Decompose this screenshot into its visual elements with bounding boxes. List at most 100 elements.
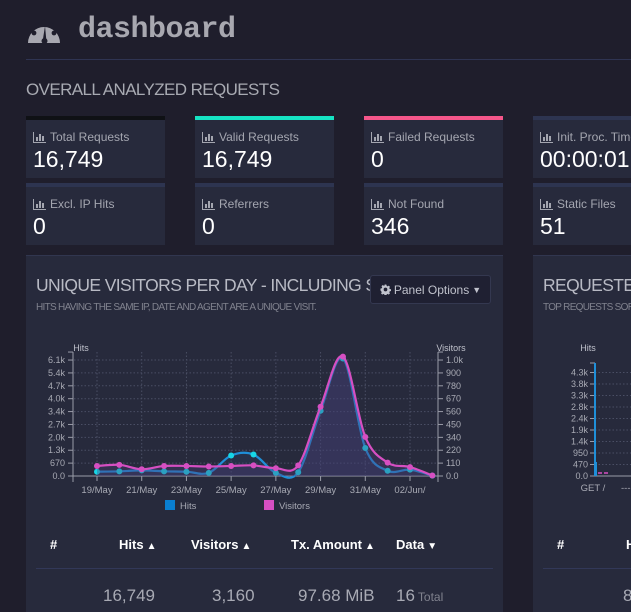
col-header-visitors-label: Visitors — [191, 537, 239, 552]
col-header-tx-amount-label: Tx. Amount — [291, 537, 363, 552]
col-header-index: # — [50, 537, 58, 552]
y-tick-label: 1.9k — [571, 425, 589, 435]
card-label-text: Static Files — [557, 197, 616, 211]
dashboard-page: dashboard OVERALL ANALYZED REQUESTS Tota… — [0, 0, 631, 612]
panel-options-label: Panel Options — [393, 282, 470, 297]
x-tick-label: GET / — [581, 483, 606, 494]
sort-icon: ▲︎ — [146, 541, 157, 552]
y-tick-label: 3.8k — [571, 379, 589, 389]
card-label: Valid Requests — [195, 120, 334, 144]
summary-row: 16,749 3,160 97.68 MiB 16 Total — [26, 586, 503, 612]
y2-tick-label: 1.0k — [446, 355, 464, 365]
y-tick-label: 4.0k — [48, 394, 66, 404]
data-point-visitors — [161, 462, 168, 469]
stat-card: Referrers 0 — [195, 183, 334, 245]
card-label-text: Excl. IP Hits — [50, 197, 115, 211]
stat-card: Valid Requests 16,749 — [195, 116, 334, 178]
card-value: 0 — [371, 146, 384, 172]
col-header-hits[interactable]: Hits ▲︎ — [119, 537, 156, 552]
requests-panel-title: REQUESTED FILES (URLS) — [543, 275, 631, 295]
series-line-visitors — [96, 355, 433, 477]
y2-axis-title: Visitors — [436, 343, 466, 353]
col-header-data[interactable]: Data ▼ — [396, 537, 437, 552]
y2-tick-label: 900 — [446, 368, 461, 378]
y2-tick-label: 780 — [446, 381, 461, 391]
x-tick-label: 23/May — [171, 485, 202, 496]
x-tick-label: 31/May — [350, 485, 381, 496]
data-point-visitors — [272, 465, 279, 472]
table-header-divider — [543, 568, 631, 569]
data-point-visitors — [250, 462, 257, 469]
data-point-visitors — [362, 433, 369, 440]
card-label: Not Found — [364, 187, 503, 211]
card-value: 0 — [33, 213, 46, 239]
x-tick-label: --- — [621, 483, 631, 494]
card-value: 16,749 — [202, 146, 273, 172]
y-tick-label: 0.0 — [52, 471, 65, 481]
summary-tx-amount: 97.68 MiB — [298, 586, 375, 605]
y-tick-label: 1.3k — [48, 445, 66, 455]
summary-row: 8 — [533, 586, 631, 612]
stat-card: Static Files 51 — [533, 183, 631, 245]
panel-options-button[interactable]: Panel Options ▼ — [370, 275, 491, 304]
legend-swatch-hits — [165, 500, 175, 510]
visitors-panel-title: UNIQUE VISITORS PER DAY - INCLUDING SPID… — [36, 275, 370, 295]
bar-chart-icon — [202, 198, 215, 210]
app-title: dashboard — [78, 13, 236, 47]
y-tick-label: 2.4k — [571, 414, 589, 424]
data-point-visitors — [183, 462, 190, 469]
card-value: 346 — [371, 213, 410, 239]
y2-tick-label: 670 — [446, 394, 461, 404]
y2-tick-label: 0.0 — [446, 471, 459, 481]
summary-hits: 8 — [623, 586, 631, 605]
data-point-visitors — [138, 466, 145, 473]
col-header-hits[interactable]: Hits — [626, 537, 631, 552]
y-tick-label: 4.7k — [48, 381, 66, 391]
card-label-text: Total Requests — [50, 130, 130, 144]
visitors-table-header: # Hits ▲︎ Visitors ▲︎ Tx. Amount ▲︎ Data ▼ — [26, 537, 503, 567]
bar-chart-icon — [371, 131, 384, 143]
data-point-visitors — [429, 472, 436, 479]
requests-panel-subtitle: TOP REQUESTS SORTED BY HITS — [543, 302, 631, 313]
stat-card: Excl. IP Hits 0 — [26, 183, 165, 245]
y-tick-label: 0.0 — [575, 471, 588, 481]
sort-icon: ▲︎ — [365, 541, 375, 552]
stat-card: Init. Proc. Time 00:00:01 — [533, 116, 631, 178]
bar-chart-icon — [540, 131, 553, 143]
x-tick-label: 19/May — [81, 485, 112, 496]
card-label: Referrers — [195, 187, 334, 211]
data-point-visitors — [228, 462, 235, 469]
col-header-index: # — [557, 537, 565, 552]
data-point-hits — [250, 451, 257, 458]
bar-chart-icon — [540, 198, 553, 210]
y2-tick-label: 560 — [446, 407, 461, 417]
data-point-visitors — [205, 463, 212, 470]
brand: dashboard — [26, 10, 236, 50]
col-header-visitors[interactable]: Visitors ▲︎ — [191, 537, 251, 552]
y2-tick-label: 220 — [446, 445, 461, 455]
y-tick-label: 2.0k — [48, 432, 66, 442]
requests-table-header: # Hits — [533, 537, 631, 567]
card-label: Failed Requests — [364, 120, 503, 144]
summary-hits: 16,749 — [103, 586, 155, 605]
legend-label-visitors: Visitors — [279, 501, 310, 512]
data-point-visitors — [384, 459, 391, 466]
caret-down-icon: ▼ — [472, 284, 482, 295]
y-tick-label: 3.4k — [48, 407, 66, 417]
data-point-visitors — [94, 462, 100, 469]
y-tick-label: 470 — [573, 460, 588, 470]
x-tick-label: 27/May — [260, 485, 291, 496]
data-point-visitors — [407, 464, 413, 471]
col-header-tx-amount[interactable]: Tx. Amount ▲︎ — [291, 537, 375, 552]
card-label: Excl. IP Hits — [26, 187, 165, 211]
card-label: Init. Proc. Time — [533, 120, 631, 144]
card-label-text: Not Found — [388, 197, 445, 211]
summary-data: 16 Total — [396, 586, 443, 606]
stat-card: Failed Requests 0 — [364, 116, 503, 178]
y-tick-label: 3.3k — [571, 391, 589, 401]
dashboard-gauge-icon — [28, 19, 60, 44]
stat-card: Not Found 346 — [364, 183, 503, 245]
bar-chart-icon — [33, 131, 46, 143]
summary-data-count: 16 — [396, 586, 415, 605]
data-point-visitors — [116, 461, 123, 468]
